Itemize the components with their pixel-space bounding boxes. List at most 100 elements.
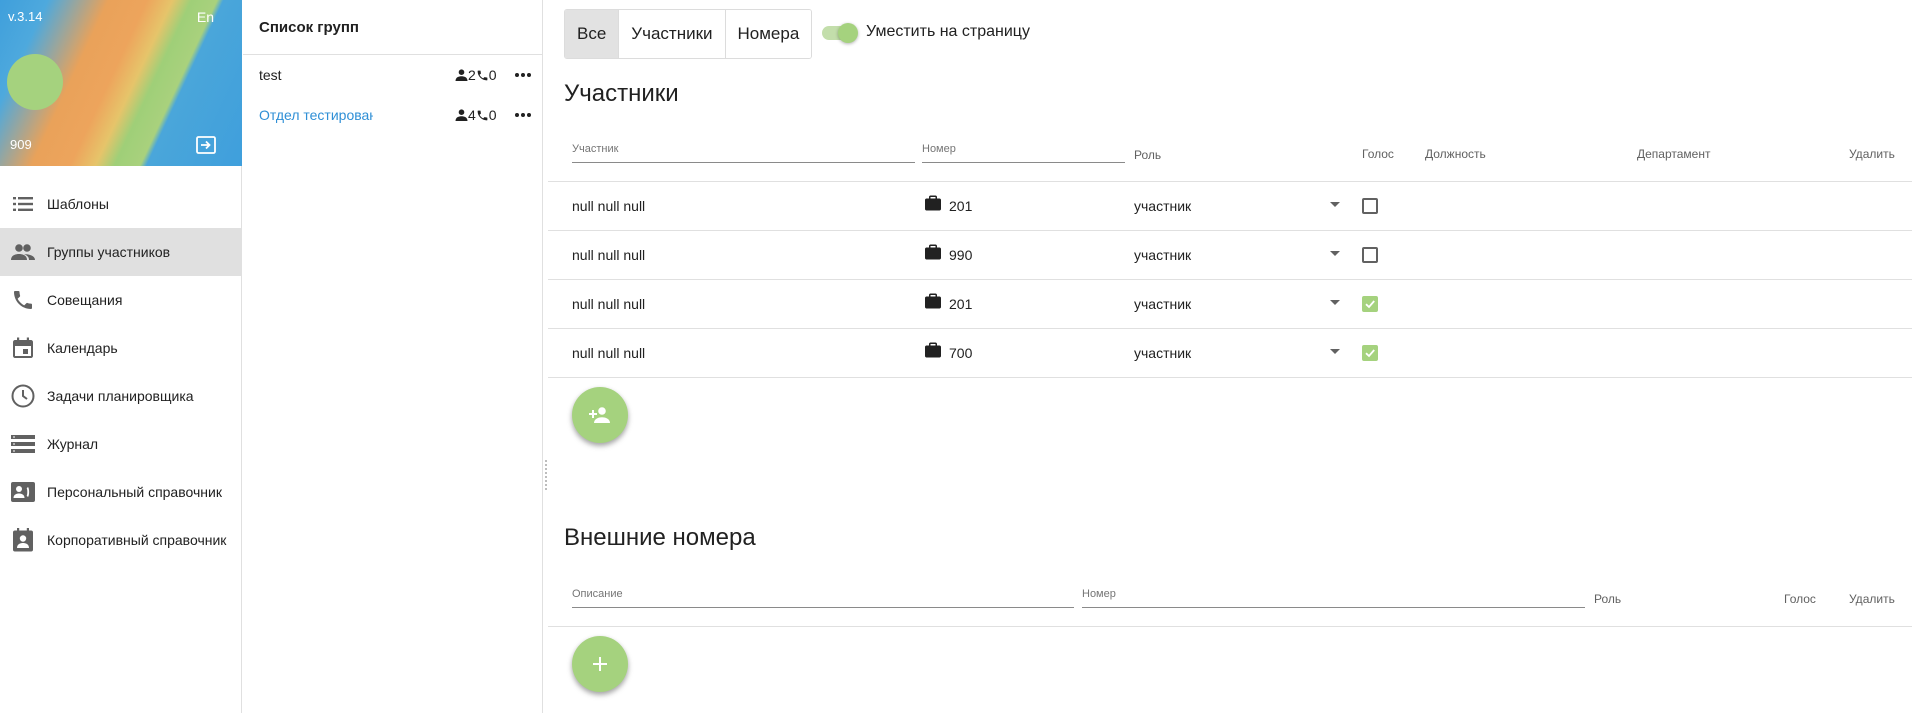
more-options-icon[interactable] (513, 105, 533, 125)
nav-item-personal-directory[interactable]: Персональный справочник (0, 468, 241, 516)
group-details: Все Участники Номера Уместить на страниц… (548, 0, 1912, 713)
person-icon (455, 109, 468, 121)
participant-number: 201 (949, 198, 973, 214)
briefcase-icon (924, 341, 942, 359)
voice-checkbox[interactable] (1362, 296, 1378, 312)
groups-panel: Список групп test 2 0 Отдел тестирования… (243, 0, 543, 713)
participant-name: null null null (572, 198, 646, 214)
role-select[interactable]: участник (1134, 345, 1191, 361)
add-participant-button[interactable] (572, 387, 628, 443)
person-icon (455, 69, 468, 81)
nav-header: v.3.14 En 909 (0, 0, 242, 166)
participant-name: null null null (572, 296, 646, 312)
user-number: 909 (10, 137, 32, 152)
column-header-delete: Удалить (1849, 592, 1895, 606)
fit-to-page-label: Уместить на страницу (866, 23, 1030, 40)
column-header-delete: Удалить (1849, 147, 1895, 161)
tab-all[interactable]: Все (565, 10, 620, 58)
language-switch[interactable]: En (197, 9, 214, 25)
role-select[interactable]: участник (1134, 247, 1191, 263)
nav-item-label: Корпоративный справочник (47, 532, 227, 548)
participant-name: null null null (572, 345, 646, 361)
logout-icon[interactable] (196, 136, 216, 154)
nav-item-label: Персональный справочник (47, 484, 222, 500)
external-numbers-title: Внешние номера (564, 524, 756, 551)
nav-item-label: Шаблоны (47, 196, 109, 212)
number-filter-input[interactable]: Номер (922, 143, 1125, 163)
add-person-icon (589, 407, 610, 423)
tab-numbers[interactable]: Номера (725, 10, 812, 58)
calendar-icon (10, 335, 36, 361)
participants-title: Участники (564, 80, 679, 107)
group-counts: 4 0 (455, 107, 497, 123)
voice-checkbox[interactable] (1362, 345, 1378, 361)
role-dropdown-arrow-icon[interactable] (1330, 202, 1340, 207)
participant-number: 990 (949, 247, 973, 263)
list-icon (10, 191, 36, 217)
column-header-department: Департамент (1637, 147, 1711, 161)
side-navigation: v.3.14 En 909 Шаблоны Группы участников (0, 0, 242, 713)
journal-icon (10, 431, 36, 457)
nav-item-corporate-directory[interactable]: Корпоративный справочник (0, 516, 241, 564)
participant-name: null null null (572, 247, 646, 263)
table-row: null null null 990 участник (548, 231, 1912, 280)
group-members-count: 4 (468, 107, 476, 123)
group-item[interactable]: test 2 0 (243, 55, 542, 95)
nav-item-scheduler-tasks[interactable]: Задачи планировщика (0, 372, 241, 420)
group-calls-count: 0 (488, 67, 497, 83)
tab-participants[interactable]: Участники (619, 10, 726, 58)
nav-menu: Шаблоны Группы участников Совещания Кале… (0, 180, 241, 564)
role-select[interactable]: участник (1134, 198, 1191, 214)
column-header-role: Роль (1594, 592, 1622, 606)
add-external-number-button[interactable] (572, 636, 628, 692)
divider (548, 626, 1912, 627)
table-row: null null null 201 участник (548, 280, 1912, 329)
participant-number: 201 (949, 296, 973, 312)
corporate-contacts-icon (10, 527, 36, 553)
nav-item-journal[interactable]: Журнал (0, 420, 241, 468)
group-name: Отдел тестирования (259, 107, 373, 123)
column-header-position: Должность (1425, 147, 1486, 161)
nav-item-label: Журнал (47, 436, 99, 452)
role-dropdown-arrow-icon[interactable] (1330, 251, 1340, 256)
briefcase-icon (924, 292, 942, 310)
view-filter-tabs: Все Участники Номера (564, 9, 813, 59)
role-dropdown-arrow-icon[interactable] (1330, 349, 1340, 354)
clock-icon (10, 383, 36, 409)
group-counts: 2 0 (455, 67, 497, 83)
column-header-voice: Голос (1784, 592, 1816, 606)
role-dropdown-arrow-icon[interactable] (1330, 300, 1340, 305)
participant-filter-input[interactable]: Участник (572, 143, 915, 163)
group-calls-count: 0 (488, 107, 497, 123)
nav-item-calendar[interactable]: Календарь (0, 324, 241, 372)
nav-item-meetings[interactable]: Совещания (0, 276, 241, 324)
fit-to-page-toggle[interactable] (822, 23, 858, 43)
external-number-filter-input[interactable]: Номер (1082, 588, 1585, 608)
nav-item-templates[interactable]: Шаблоны (0, 180, 241, 228)
more-options-icon[interactable] (513, 65, 533, 85)
briefcase-icon (924, 243, 942, 261)
avatar[interactable] (7, 54, 63, 110)
participant-number: 700 (949, 345, 973, 361)
phone-icon (477, 70, 488, 80)
nav-item-label: Группы участников (47, 244, 171, 260)
personal-contacts-icon (10, 479, 36, 505)
phone-icon (477, 110, 488, 120)
people-icon (10, 239, 36, 265)
voice-checkbox[interactable] (1362, 247, 1378, 263)
briefcase-icon (924, 194, 942, 212)
phone-icon (10, 287, 36, 313)
nav-item-label: Задачи планировщика (47, 388, 194, 404)
nav-item-participant-groups[interactable]: Группы участников (0, 228, 241, 276)
group-item[interactable]: Отдел тестирования 4 0 (243, 95, 542, 135)
table-row: null null null 201 участник (548, 182, 1912, 231)
group-name: test (259, 67, 282, 83)
group-members-count: 2 (468, 67, 476, 83)
nav-item-label: Совещания (47, 292, 123, 308)
groups-panel-title: Список групп (243, 0, 542, 55)
app-version: v.3.14 (8, 9, 43, 24)
description-filter-input[interactable]: Описание (572, 588, 1074, 608)
voice-checkbox[interactable] (1362, 198, 1378, 214)
column-header-role: Роль (1134, 148, 1162, 162)
role-select[interactable]: участник (1134, 296, 1191, 312)
